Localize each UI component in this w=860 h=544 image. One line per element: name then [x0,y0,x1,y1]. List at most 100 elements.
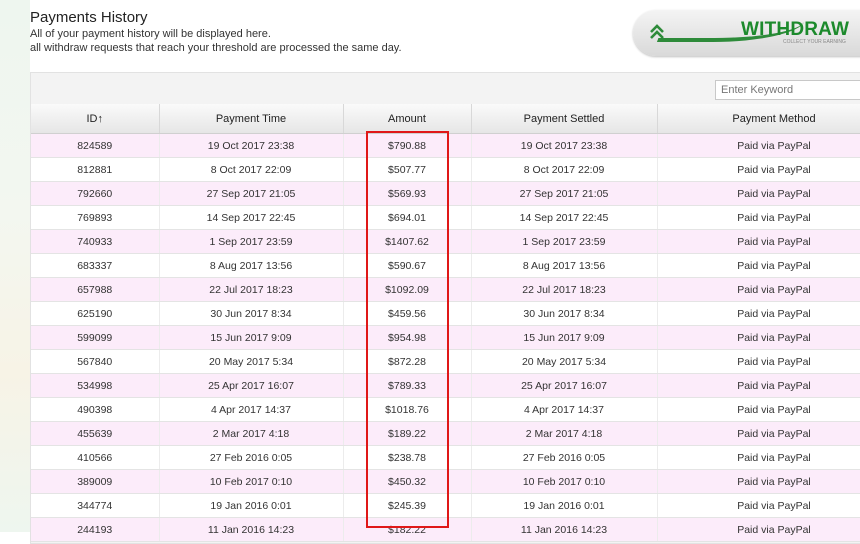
page-title: Payments History [30,9,148,26]
cell-payment-time: 4 Apr 2017 14:37 [159,397,344,422]
table-row: 344774 19 Jan 2016 0:01 $245.39 19 Jan 2016… [31,493,860,518]
table-row: 455639 2 Mar 2017 4:18 $189.22 2 Mar 2017 4… [31,421,860,446]
cell-payment-settled: 8 Aug 2017 13:56 [471,253,658,278]
table-row: 740933 1 Sep 2017 23:59 $1407.62 1 Sep 2017… [31,229,860,254]
search-input[interactable] [715,80,860,100]
cell-payment-settled: 4 Apr 2017 14:37 [471,397,658,422]
cell-payment-method: Paid via PayPal [657,301,860,326]
cell-payment-method: Paid via PayPal [657,373,860,398]
cell-id: 792660 [31,181,160,206]
table-row: 657988 22 Jul 2017 18:23 $1092.09 22 Jul 20… [31,277,860,302]
cell-amount: $1092.09 [343,277,472,302]
table-row: 244193 11 Jan 2016 14:23 $182.22 11 Jan 201… [31,517,860,542]
table-row: 812881 8 Oct 2017 22:09 $507.77 8 Oct 2017 … [31,157,860,182]
cell-payment-method: Paid via PayPal [657,421,860,446]
cell-payment-method: Paid via PayPal [657,517,860,542]
payments-panel: ID↑ Payment Time Amount Payment Settled … [30,72,860,544]
cell-payment-settled: 1 Sep 2017 23:59 [471,229,658,254]
cell-amount: $694.01 [343,205,472,230]
cell-amount: $459.56 [343,301,472,326]
cell-payment-method: Paid via PayPal [657,445,860,470]
cell-payment-time: 10 Feb 2017 0:10 [159,469,344,494]
column-header-amount[interactable]: Amount [343,104,472,134]
cell-payment-settled: 8 Oct 2017 22:09 [471,157,658,182]
cell-id: 812881 [31,157,160,182]
cell-payment-time: 14 Sep 2017 22:45 [159,205,344,230]
table-row: 625190 30 Jun 2017 8:34 $459.56 30 Jun 2017… [31,301,860,326]
cell-payment-settled: 11 Jan 2016 14:23 [471,517,658,542]
cell-payment-settled: 27 Feb 2016 0:05 [471,445,658,470]
chevron-up-icon [650,24,664,39]
cell-payment-settled: 27 Sep 2017 21:05 [471,181,658,206]
cell-amount: $182.22 [343,517,472,542]
cell-id: 657988 [31,277,160,302]
table-row: 389009 10 Feb 2017 0:10 $450.32 10 Feb 2017… [31,469,860,494]
table-row: 792660 27 Sep 2017 21:05 $569.93 27 Sep 201… [31,181,860,206]
cell-payment-method: Paid via PayPal [657,469,860,494]
table-row: 824589 19 Oct 2017 23:38 $790.88 19 Oct 201… [31,133,860,158]
cell-payment-time: 15 Jun 2017 9:09 [159,325,344,350]
cell-amount: $238.78 [343,445,472,470]
cell-payment-method: Paid via PayPal [657,349,860,374]
cell-payment-method: Paid via PayPal [657,253,860,278]
cell-amount: $450.32 [343,469,472,494]
cell-amount: $590.67 [343,253,472,278]
cell-amount: $790.88 [343,133,472,158]
table-row: 567840 20 May 2017 5:34 $872.28 20 May 2017… [31,349,860,374]
cell-payment-settled: 10 Feb 2017 0:10 [471,469,658,494]
cell-id: 344774 [31,493,160,518]
cell-amount: $507.77 [343,157,472,182]
cell-amount: $1018.76 [343,397,472,422]
cell-payment-time: 19 Jan 2016 0:01 [159,493,344,518]
cell-id: 625190 [31,301,160,326]
page-subtitle-line-2: all withdraw requests that reach your th… [30,42,402,54]
payments-table: ID↑ Payment Time Amount Payment Settled … [31,104,860,542]
cell-payment-time: 27 Sep 2017 21:05 [159,181,344,206]
column-header-payment-method[interactable]: Payment Method [657,104,860,134]
cell-id: 389009 [31,469,160,494]
cell-payment-settled: 20 May 2017 5:34 [471,349,658,374]
cell-payment-method: Paid via PayPal [657,181,860,206]
table-row: 599099 15 Jun 2017 9:09 $954.98 15 Jun 2017… [31,325,860,350]
cell-payment-method: Paid via PayPal [657,205,860,230]
cell-id: 490398 [31,397,160,422]
cell-payment-time: 22 Jul 2017 18:23 [159,277,344,302]
table-row: 534998 25 Apr 2017 16:07 $789.33 25 Apr 201… [31,373,860,398]
cell-payment-method: Paid via PayPal [657,493,860,518]
cell-amount: $1407.62 [343,229,472,254]
withdraw-button[interactable]: WITHDRAW COLLECT YOUR EARNING [633,8,860,56]
cell-payment-settled: 2 Mar 2017 4:18 [471,421,658,446]
cell-id: 455639 [31,421,160,446]
table-row: 490398 4 Apr 2017 14:37 $1018.76 4 Apr 2017… [31,397,860,422]
cell-id: 769893 [31,205,160,230]
cell-amount: $189.22 [343,421,472,446]
cell-id: 410566 [31,445,160,470]
page-header: Payments History All of your payment his… [30,9,402,55]
cell-payment-method: Paid via PayPal [657,229,860,254]
cell-id: 244193 [31,517,160,542]
withdraw-label: WITHDRAW [741,19,850,40]
cell-payment-method: Paid via PayPal [657,325,860,350]
cell-payment-settled: 19 Jan 2016 0:01 [471,493,658,518]
cell-payment-settled: 30 Jun 2017 8:34 [471,301,658,326]
cell-payment-time: 30 Jun 2017 8:34 [159,301,344,326]
cell-payment-time: 20 May 2017 5:34 [159,349,344,374]
cell-payment-settled: 15 Jun 2017 9:09 [471,325,658,350]
cell-payment-time: 25 Apr 2017 16:07 [159,373,344,398]
table-row: 769893 14 Sep 2017 22:45 $694.01 14 Sep 201… [31,205,860,230]
withdraw-tagline: COLLECT YOUR EARNING [783,39,846,45]
column-header-id[interactable]: ID↑ [31,104,160,134]
cell-id: 740933 [31,229,160,254]
column-header-payment-time[interactable]: Payment Time [159,104,344,134]
cell-payment-method: Paid via PayPal [657,133,860,158]
page-background-decoration [0,0,30,532]
table-body: 824589 19 Oct 2017 23:38 $790.88 19 Oct 201… [31,133,860,542]
cell-id: 683337 [31,253,160,278]
column-header-payment-settled[interactable]: Payment Settled [471,104,658,134]
page-subtitle-line-1: All of your payment history will be disp… [30,28,271,40]
cell-amount: $954.98 [343,325,472,350]
cell-id: 599099 [31,325,160,350]
cell-payment-method: Paid via PayPal [657,157,860,182]
cell-payment-settled: 19 Oct 2017 23:38 [471,133,658,158]
cell-payment-method: Paid via PayPal [657,397,860,422]
